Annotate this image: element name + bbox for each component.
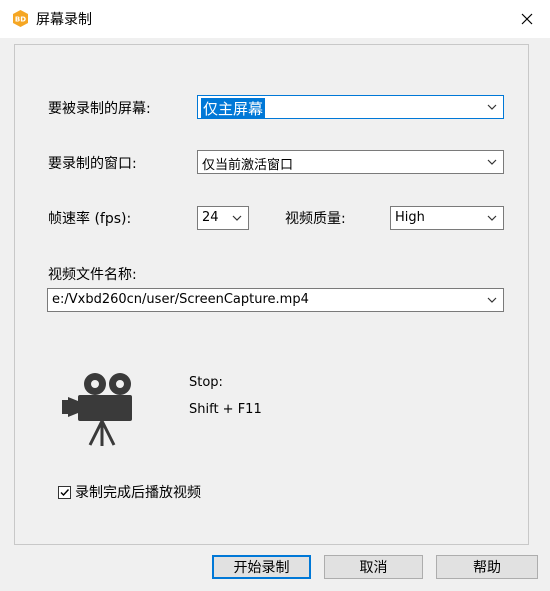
window-select[interactable]: 仅当前激活窗口 [197,150,504,174]
hotkey-action: Stop: [189,375,223,390]
dialog-body [0,38,550,591]
quality-label: 视频质量: [285,211,346,227]
filename-combo[interactable]: e:/Vxbd260cn/user/ScreenCapture.mp4 [47,288,504,312]
chevron-down-icon [487,159,497,165]
screen-select[interactable]: 仅主屏幕 [197,95,504,119]
svg-text:BD: BD [15,16,26,24]
chevron-down-icon [487,215,497,221]
fps-select[interactable]: 24 [197,206,249,230]
screen-label: 要被录制的屏幕: [48,101,151,117]
close-icon [521,13,533,25]
chevron-down-icon [487,297,497,303]
play-after-label: 录制完成后播放视频 [75,485,201,501]
bd-app-icon: BD [13,10,28,27]
fps-select-value: 24 [202,210,219,225]
window-label: 要录制的窗口: [48,156,137,172]
checkmark-icon [60,488,70,496]
window-select-value: 仅当前激活窗口 [202,158,294,173]
close-button[interactable] [504,0,550,38]
window-title: 屏幕录制 [36,12,92,28]
start-recording-button[interactable]: 开始录制 [212,555,311,579]
screen-select-value: 仅主屏幕 [201,98,266,119]
help-button[interactable]: 帮助 [436,555,538,579]
fps-label: 帧速率 (fps): [48,211,132,227]
quality-select-value: High [395,210,425,225]
play-after-option[interactable]: 录制完成后播放视频 [58,482,201,502]
chevron-down-icon [487,104,497,110]
filename-value: e:/Vxbd260cn/user/ScreenCapture.mp4 [52,292,309,307]
filename-label: 视频文件名称: [48,267,137,283]
play-after-checkbox[interactable] [58,485,71,499]
hotkey-keys: Shift + F11 [189,402,262,417]
title-bar: BD 屏幕录制 [0,0,550,38]
chevron-down-icon [232,215,242,221]
cancel-button[interactable]: 取消 [324,555,423,579]
quality-select[interactable]: High [390,206,504,230]
movie-camera-icon [62,373,132,446]
